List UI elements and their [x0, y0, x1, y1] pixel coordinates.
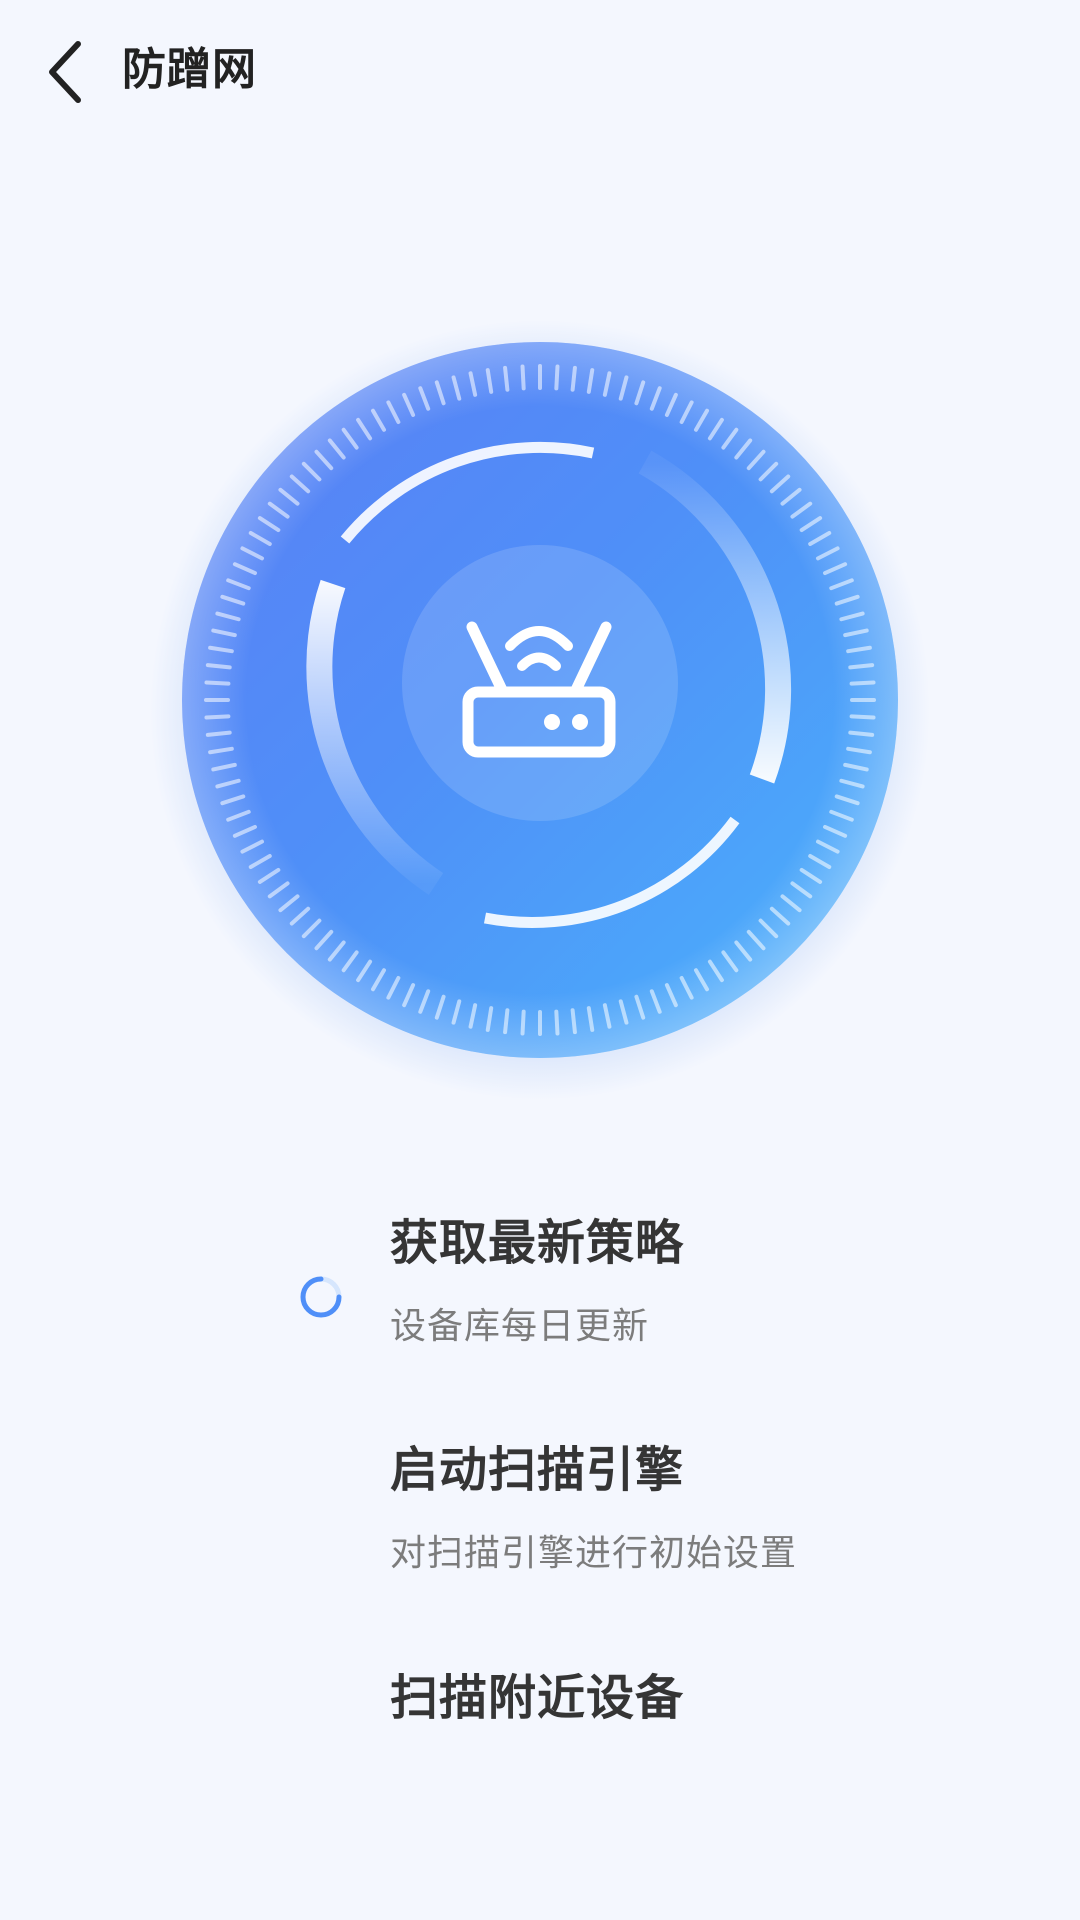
- page-title: 防蹭网: [122, 44, 257, 95]
- step-title: 启动扫描引擎: [390, 1442, 685, 1498]
- tick-mark: [849, 714, 876, 720]
- step-scan-devices: 扫描附近设备: [0, 1665, 1080, 1845]
- back-button[interactable]: [38, 30, 102, 114]
- tick-mark: [848, 730, 875, 737]
- step-title: 获取最新策略: [390, 1215, 685, 1271]
- step-fetch-policy: 获取最新策略 设备库每日更新: [0, 1210, 1080, 1390]
- scan-dial: [140, 300, 940, 1100]
- tick-mark: [570, 365, 577, 392]
- step-title: 扫描附近设备: [390, 1670, 685, 1726]
- tick-mark: [205, 663, 232, 670]
- step-start-engine: 启动扫描引擎 对扫描引擎进行初始设置: [0, 1437, 1080, 1617]
- tick-mark: [204, 714, 231, 720]
- loading-spinner-icon: [296, 1272, 346, 1322]
- center-circle: [402, 545, 678, 821]
- tick-mark: [520, 1009, 526, 1036]
- tick-mark: [204, 680, 231, 686]
- tick-mark: [554, 1009, 560, 1036]
- tick-mark: [503, 365, 510, 392]
- step-description: 对扫描引擎进行初始设置: [390, 1533, 798, 1574]
- step-description: 设备库每日更新: [390, 1306, 650, 1347]
- chevron-left-icon: [49, 41, 81, 103]
- tick-mark: [520, 364, 526, 391]
- tick-mark: [849, 680, 876, 686]
- tick-mark: [503, 1008, 510, 1035]
- tick-mark: [205, 730, 232, 737]
- tick-mark: [848, 663, 875, 670]
- tick-mark: [554, 364, 560, 391]
- header-bar: 防蹭网: [0, 0, 1080, 140]
- tick-mark: [570, 1008, 577, 1035]
